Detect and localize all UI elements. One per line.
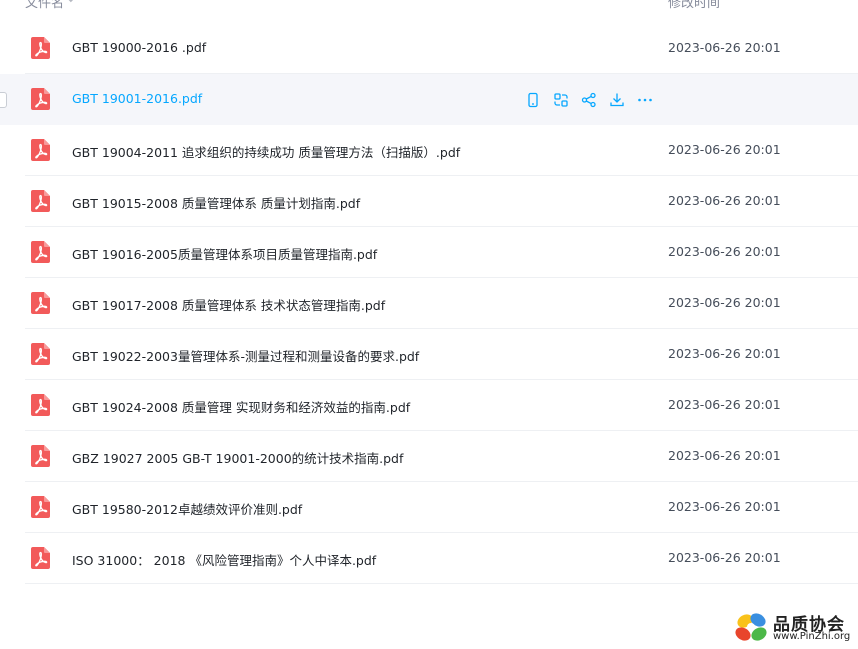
file-name[interactable]: GBT 19000-2016 .pdf bbox=[72, 40, 206, 55]
pdf-file-icon bbox=[31, 88, 50, 110]
pdf-file-icon bbox=[31, 292, 50, 314]
watermark-url: www.PinZhi.org bbox=[773, 631, 851, 642]
file-row[interactable]: GBT 19015-2008 质量管理体系 质量计划指南.pdf 2023-06… bbox=[0, 176, 858, 227]
file-name[interactable]: GBT 19017-2008 质量管理体系 技术状态管理指南.pdf bbox=[72, 295, 385, 314]
file-row[interactable]: GBT 19016-2005质量管理体系项目质量管理指南.pdf 2023-06… bbox=[0, 227, 858, 278]
file-modified-time: 2023-06-26 20:01 bbox=[668, 142, 781, 157]
pdf-file-icon bbox=[31, 496, 50, 518]
phone-icon[interactable] bbox=[524, 91, 542, 109]
watermark-logo: 品质协会 www.PinZhi.org bbox=[733, 608, 858, 649]
file-name[interactable]: GBT 19016-2005质量管理体系项目质量管理指南.pdf bbox=[72, 244, 377, 263]
scan-icon[interactable] bbox=[552, 91, 570, 109]
pdf-file-icon bbox=[31, 547, 50, 569]
row-checkbox[interactable] bbox=[0, 92, 7, 108]
file-name[interactable]: GBT 19015-2008 质量管理体系 质量计划指南.pdf bbox=[72, 193, 360, 212]
column-header-name[interactable]: 文件名 bbox=[25, 0, 64, 11]
column-header-modified-time[interactable]: 修改时间 bbox=[668, 0, 720, 11]
download-icon[interactable] bbox=[608, 91, 626, 109]
file-modified-time: 2023-06-26 20:01 bbox=[668, 193, 781, 208]
file-modified-time: 2023-06-26 20:01 bbox=[668, 448, 781, 463]
file-list: GBT 19000-2016 .pdf 2023-06-26 20:01 GBT… bbox=[0, 23, 858, 584]
pdf-file-icon bbox=[31, 343, 50, 365]
pdf-file-icon bbox=[31, 394, 50, 416]
file-modified-time: 2023-06-26 20:01 bbox=[668, 550, 781, 565]
pdf-file-icon bbox=[31, 139, 50, 161]
file-name[interactable]: GBT 19024-2008 质量管理 实现财务和经济效益的指南.pdf bbox=[72, 397, 410, 416]
file-row[interactable]: GBT 19000-2016 .pdf 2023-06-26 20:01 bbox=[0, 23, 858, 74]
pdf-file-icon bbox=[31, 241, 50, 263]
file-row[interactable]: GBT 19024-2008 质量管理 实现财务和经济效益的指南.pdf 202… bbox=[0, 380, 858, 431]
file-row[interactable]: GBT 19017-2008 质量管理体系 技术状态管理指南.pdf 2023-… bbox=[0, 278, 858, 329]
logo-flower-icon bbox=[735, 613, 767, 641]
more-icon[interactable] bbox=[636, 91, 654, 109]
file-modified-time: 2023-06-26 20:01 bbox=[668, 346, 781, 361]
sort-icon[interactable]: ◆ bbox=[67, 0, 75, 4]
file-row[interactable]: GBT 19580-2012卓越绩效评价准则.pdf 2023-06-26 20… bbox=[0, 482, 858, 533]
pdf-file-icon bbox=[31, 445, 50, 467]
file-name[interactable]: GBT 19004-2011 追求组织的持续成功 质量管理方法（扫描版）.pdf bbox=[72, 142, 460, 161]
file-modified-time: 2023-06-26 20:01 bbox=[668, 499, 781, 514]
file-row[interactable]: GBT 19022-2003量管理体系-测量过程和测量设备的要求.pdf 202… bbox=[0, 329, 858, 380]
share-icon[interactable] bbox=[580, 91, 598, 109]
file-name[interactable]: GBT 19001-2016.pdf bbox=[72, 91, 202, 106]
file-name[interactable]: GBZ 19027 2005 GB-T 19001-2000的统计技术指南.pd… bbox=[72, 448, 403, 467]
pdf-file-icon bbox=[31, 190, 50, 212]
pdf-file-icon bbox=[31, 37, 50, 59]
file-name[interactable]: GBT 19580-2012卓越绩效评价准则.pdf bbox=[72, 499, 302, 518]
file-row[interactable]: GBT 19004-2011 追求组织的持续成功 质量管理方法（扫描版）.pdf… bbox=[0, 125, 858, 176]
file-row[interactable]: GBT 19001-2016.pdf bbox=[0, 74, 858, 125]
file-modified-time: 2023-06-26 20:01 bbox=[668, 244, 781, 259]
file-modified-time: 2023-06-26 20:01 bbox=[668, 40, 781, 55]
file-list-page: 文件名 ◆ 修改时间 GBT 19000-2016 .pdf 2023-06-2… bbox=[0, 0, 858, 649]
file-modified-time: 2023-06-26 20:01 bbox=[668, 397, 781, 412]
row-divider bbox=[25, 583, 858, 584]
file-name[interactable]: GBT 19022-2003量管理体系-测量过程和测量设备的要求.pdf bbox=[72, 346, 419, 365]
file-row[interactable]: ISO 31000： 2018 《风险管理指南》个人中译本.pdf 2023-0… bbox=[0, 533, 858, 584]
list-header: 文件名 ◆ 修改时间 bbox=[0, 0, 858, 24]
file-name[interactable]: ISO 31000： 2018 《风险管理指南》个人中译本.pdf bbox=[72, 550, 376, 569]
file-modified-time: 2023-06-26 20:01 bbox=[668, 295, 781, 310]
file-row[interactable]: GBZ 19027 2005 GB-T 19001-2000的统计技术指南.pd… bbox=[0, 431, 858, 482]
